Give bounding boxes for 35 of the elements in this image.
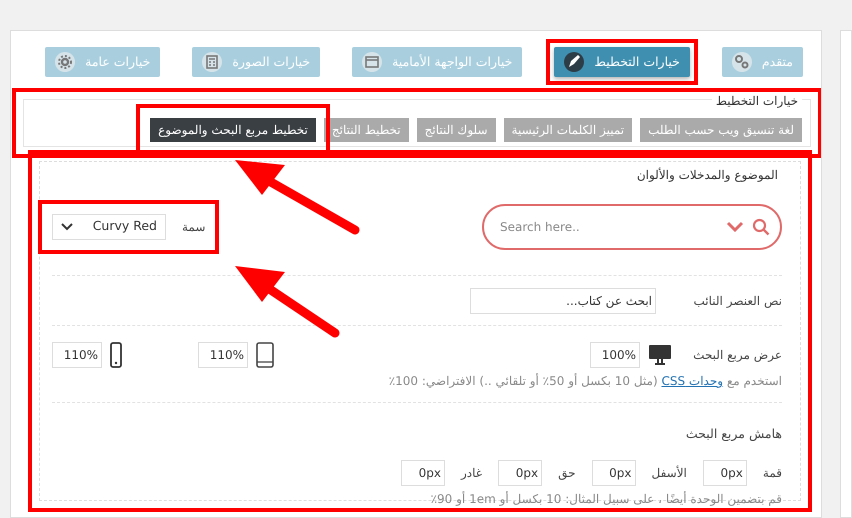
search-input[interactable]: Search here.. — [498, 216, 718, 236]
margin-field[interactable]: 0px — [592, 460, 636, 486]
caret-icon — [61, 222, 73, 230]
width-field[interactable]: 110% — [198, 342, 248, 368]
theme-select[interactable]: Curvy Red — [52, 214, 166, 240]
margin-field[interactable]: 0px — [400, 460, 445, 486]
field-label: غادر — [460, 464, 482, 482]
sub-tab[interactable]: تخطيط مربع البحث والموضوع — [150, 118, 316, 142]
gear-icon — [55, 52, 76, 72]
width-field[interactable]: 110% — [52, 342, 102, 368]
field-label: الأسفل — [652, 464, 687, 482]
search-preview-field[interactable]: Search here.. — [482, 204, 782, 250]
field-label: عرض مربع البحث — [692, 347, 782, 364]
help-text: قم بتضمين الوحدة أيضًا ، على سبيل المثال: 10 بكسل أو 1em أو 90٪ — [430, 490, 782, 508]
gears-icon — [732, 52, 752, 72]
tablet-icon — [256, 342, 274, 368]
field-label: قمة — [762, 464, 782, 482]
margin-field[interactable]: 0px — [702, 460, 747, 486]
pen-icon — [564, 52, 584, 72]
tab[interactable]: خيارات التخطيط — [554, 47, 690, 77]
monitor-icon — [648, 344, 672, 366]
margin-field[interactable]: 0px — [498, 460, 542, 486]
search-icon — [752, 218, 770, 236]
theme-label: سمة — [182, 218, 206, 236]
phone-icon — [110, 342, 122, 368]
window-icon — [362, 52, 382, 72]
calculator-icon — [202, 52, 222, 72]
section-heading: هامش مربع البحث — [684, 425, 782, 443]
placeholder-text-field[interactable]: ابحث عن كتاب... — [470, 288, 656, 314]
width-field[interactable]: 100% — [590, 342, 640, 368]
field-label: نص العنصر النائب — [692, 292, 782, 310]
chevron-down-icon — [726, 220, 744, 232]
field-label: حق — [558, 464, 576, 482]
css-units-link[interactable]: وحدات CSS — [661, 374, 724, 388]
help-text: استخدم مع وحدات CSS (مثل 10 بكسل أو 50٪ أو تلقائي ..) الافتراضي: 100٪ — [388, 372, 782, 390]
